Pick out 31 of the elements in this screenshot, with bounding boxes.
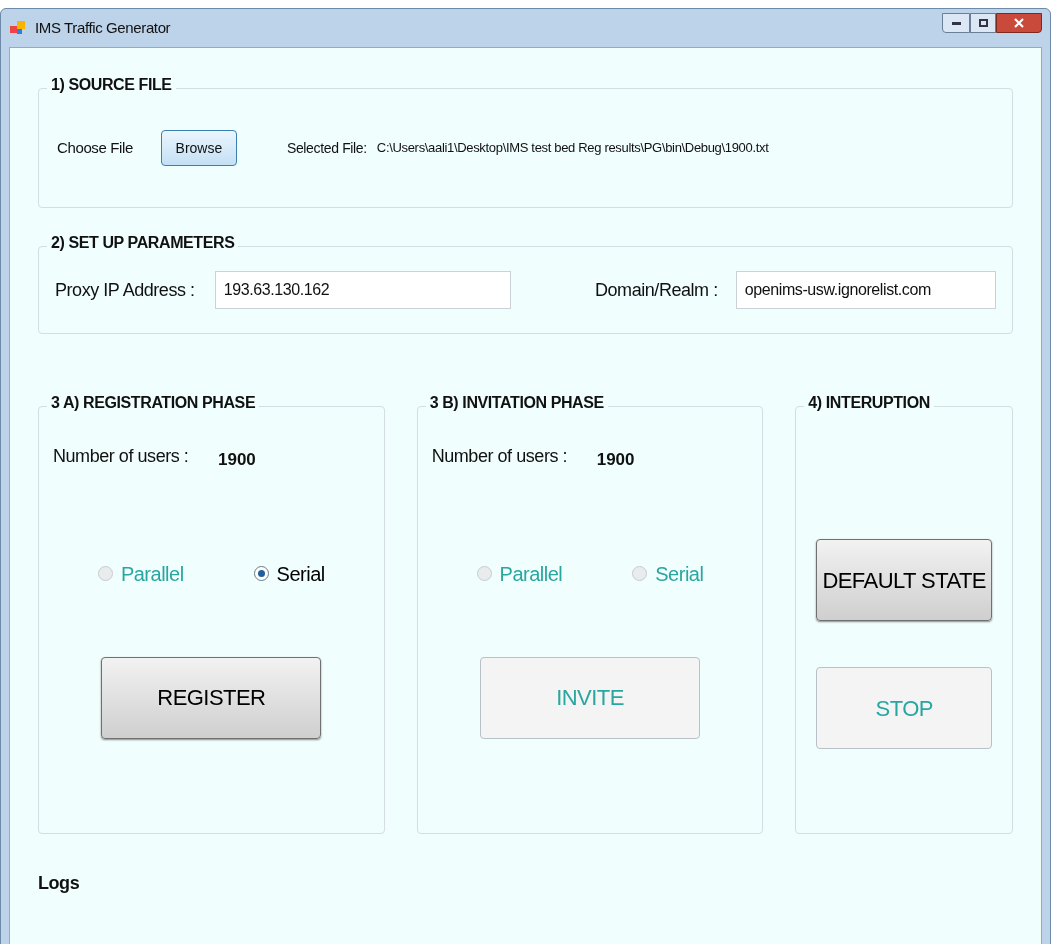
- app-icon: [9, 19, 27, 37]
- radio-option[interactable]: Serial: [253, 558, 325, 589]
- group-title: 1) SOURCE FILE: [47, 77, 176, 93]
- choose-file-label: Choose File: [57, 137, 133, 158]
- users-count: 1900: [596, 449, 635, 471]
- radio-icon: [476, 566, 492, 581]
- users-label: Number of users :: [431, 445, 569, 468]
- radio-icon: [253, 566, 269, 581]
- radio-icon: [97, 566, 113, 581]
- text-field[interactable]: openims-usw.ignorelist.com: [735, 271, 996, 309]
- action-button[interactable]: DEFAULT STATE: [816, 539, 993, 621]
- close-icon: [1014, 18, 1024, 28]
- users-count: 1900: [218, 449, 256, 471]
- maximize-button[interactable]: [970, 13, 996, 33]
- field-label: Domain/Realm :: [595, 278, 718, 302]
- minimize-button[interactable]: [942, 13, 970, 33]
- users-label: Number of users :: [53, 445, 190, 468]
- group-title: 2) SET UP PARAMETERS: [47, 235, 239, 251]
- group-title: 3 B) INVITATION PHASE: [425, 395, 608, 411]
- logs-label: Logs: [38, 873, 80, 893]
- selected-file-path: C:\Users\aali1\Desktop\IMS test bed Reg results\PG\bin\Debug\1900.txt: [376, 139, 769, 158]
- text-field[interactable]: 193.63.130.162: [214, 271, 511, 309]
- action-button[interactable]: REGISTER: [101, 656, 322, 739]
- selected-file-label: Selected File:: [286, 138, 367, 158]
- group-title: 3 A) REGISTRATION PHASE: [47, 395, 260, 411]
- group-title: 4) INTERUPTION: [804, 395, 934, 411]
- window-title: IMS Traffic Generator: [35, 17, 171, 38]
- browse-button[interactable]: Browse: [160, 130, 237, 166]
- close-button[interactable]: [996, 13, 1042, 33]
- field-label: Proxy IP Address :: [55, 278, 195, 302]
- radio-icon: [632, 566, 648, 581]
